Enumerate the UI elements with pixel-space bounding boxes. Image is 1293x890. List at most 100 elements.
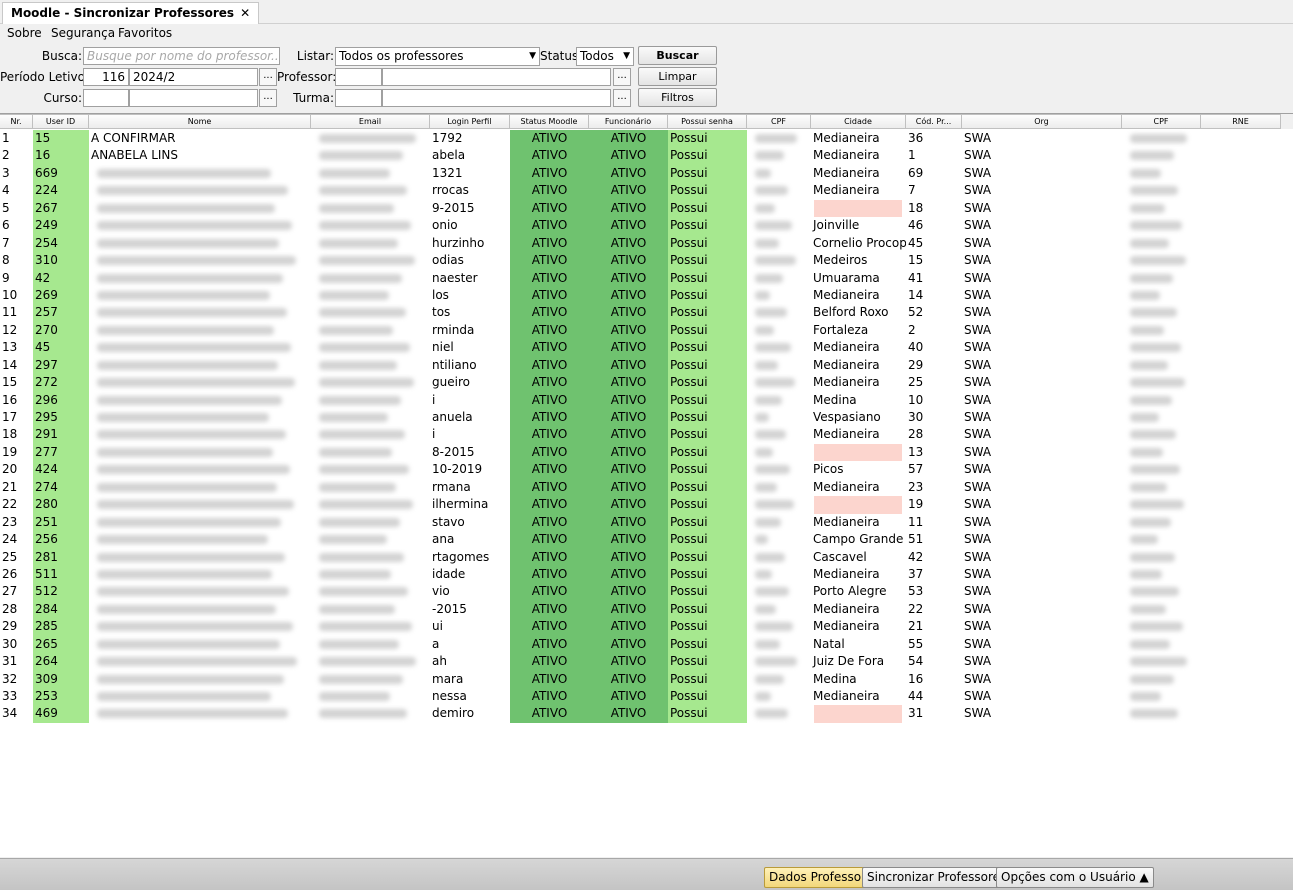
cell-nr: 11 — [2, 305, 18, 320]
table-row[interactable]: 28 284 -2015 ATIVO ATIVO Possui Medianeira 22 SW… — [0, 600, 1293, 619]
table-row[interactable]: 9 42 naester ATIVO ATIVO Possui Umuarama 41 SWA — [0, 269, 1293, 287]
cell-cod: 23 — [908, 479, 924, 494]
busca-input[interactable]: Busque por nome do professor... — [83, 47, 280, 65]
cell-nr: 29 — [2, 619, 18, 634]
table-row[interactable]: 16 296 i ATIVO ATIVO Possui Medina 10 SWA — [0, 391, 1293, 409]
table-row[interactable]: 2 16 ANABELA LINS abela ATIVO ATIVO Possui Medi… — [0, 147, 1293, 165]
table-row[interactable]: 12 270 rminda ATIVO ATIVO Possui Fortaleza 2 SWA — [0, 321, 1293, 340]
table-row[interactable]: 23 251 stavo ATIVO ATIVO Possui Medianeira 11 SW… — [0, 513, 1293, 532]
table-row[interactable]: 30 265 a ATIVO ATIVO Possui Natal 55 SWA — [0, 635, 1293, 654]
professor-lookup-button[interactable]: ... — [613, 68, 631, 86]
professor-name-input[interactable] — [382, 68, 611, 86]
table-row[interactable]: 22 280 ilhermina ATIVO ATIVO Possui 19 SWA — [0, 496, 1293, 514]
cell-nome — [89, 566, 311, 583]
table-row[interactable]: 8 310 odias ATIVO ATIVO Possui Medeiros 15 SWA — [0, 252, 1293, 270]
periodo-code-input[interactable]: 116 — [83, 68, 129, 86]
tab-sincronizar-professores[interactable]: Moodle - Sincronizar Professores ✕ — [2, 2, 260, 24]
cell-sm: ATIVO — [510, 409, 589, 427]
table-row[interactable]: 18 291 i ATIVO ATIVO Possui Medianeira 28 SWA — [0, 426, 1293, 444]
limpar-button[interactable]: Limpar — [638, 67, 717, 86]
table-row[interactable]: 14 297 ntiliano ATIVO ATIVO Possui Medianeira 2… — [0, 356, 1293, 375]
column-header[interactable]: Possui senha — [668, 114, 747, 129]
table-row[interactable]: 6 249 onio ATIVO ATIVO Possui Joinville 46 SWA — [0, 217, 1293, 235]
filtros-button[interactable]: Filtros — [638, 88, 717, 107]
cell-sm: ATIVO — [510, 164, 589, 183]
periodo-lookup-button[interactable]: ... — [259, 68, 277, 86]
turma-name-input[interactable] — [382, 89, 611, 107]
column-header[interactable]: Cód. Pr... — [906, 114, 962, 129]
table-row[interactable]: 5 267 9-2015 ATIVO ATIVO Possui 18 SWA — [0, 199, 1293, 218]
cell-cidade: Medianeira — [813, 340, 880, 355]
table-row[interactable]: 1 15 A CONFIRMAR 1792 ATIVO ATIVO Possui Median… — [0, 130, 1293, 148]
listar-value: Todos os professores — [339, 49, 464, 63]
menu-favoritos[interactable]: Favoritos — [118, 25, 172, 41]
cell-rne — [1201, 235, 1281, 252]
table-row[interactable]: 13 45 niel ATIVO ATIVO Possui Medianeira 40 SWA — [0, 339, 1293, 357]
table-row[interactable]: 7 254 hurzinho ATIVO ATIVO Possui Cornelio Pro… — [0, 234, 1293, 253]
cell-rne — [1201, 601, 1281, 618]
cell-cpf — [747, 357, 811, 374]
column-header[interactable]: CPF — [747, 114, 811, 129]
table-row[interactable]: 31 264 ah ATIVO ATIVO Possui Juiz De Fora 54 SWA — [0, 653, 1293, 671]
table-row[interactable]: 4 224 rrocas ATIVO ATIVO Possui Medianeira 7 SWA — [0, 182, 1293, 200]
column-header[interactable]: RNE — [1201, 114, 1281, 129]
column-header[interactable]: Funcionário — [589, 114, 668, 129]
table-row[interactable]: 20 424 10-2019 ATIVO ATIVO Possui Picos 57 SWA — [0, 461, 1293, 479]
cell-cpf2 — [1122, 636, 1201, 653]
column-header[interactable]: Cidade — [811, 114, 906, 129]
table-row[interactable]: 17 295 anuela ATIVO ATIVO Possui Vespasiano 30 S… — [0, 409, 1293, 427]
table-row[interactable]: 33 253 nessa ATIVO ATIVO Possui Medianeira 44 SW… — [0, 688, 1293, 706]
menu-sobre[interactable]: Sobre — [7, 25, 42, 41]
cell-login: ilhermina — [432, 497, 489, 512]
turma-lookup-button[interactable]: ... — [613, 89, 631, 107]
curso-name-input[interactable] — [129, 89, 258, 107]
cell-cpf2 — [1122, 217, 1201, 234]
column-header[interactable]: Nr. — [0, 114, 33, 129]
table-row[interactable]: 21 274 rmana ATIVO ATIVO Possui Medianeira 23 SW… — [0, 478, 1293, 497]
table-row[interactable]: 29 285 ui ATIVO ATIVO Possui Medianeira 21 SWA — [0, 618, 1293, 636]
menu-seguranca[interactable]: Segurança — [51, 25, 115, 41]
column-header[interactable]: CPF — [1122, 114, 1201, 129]
table-row[interactable]: 15 272 gueiro ATIVO ATIVO Possui Medianeira 25 S… — [0, 374, 1293, 392]
cell-org: SWA — [964, 462, 992, 477]
sincronizar-professores-button[interactable]: Sincronizar Professores — [862, 867, 1012, 888]
table-row[interactable]: 25 281 rtagomes ATIVO ATIVO Possui Cascavel 42 S… — [0, 548, 1293, 566]
status-select[interactable]: Todos ▼ — [576, 47, 634, 66]
opcoes-usuario-button[interactable]: Opções com o Usuário ▲ — [996, 867, 1154, 888]
cell-ps: Possui — [668, 391, 747, 409]
listar-select[interactable]: Todos os professores ▼ — [335, 47, 540, 66]
table-row[interactable]: 26 511 idade ATIVO ATIVO Possui Medianeira 37 SW… — [0, 565, 1293, 584]
redacted-text — [1130, 378, 1185, 388]
curso-lookup-button[interactable]: ... — [259, 89, 277, 107]
cell-cpf2 — [1122, 374, 1201, 391]
table-row[interactable]: 27 512 vio ATIVO ATIVO Possui Porto Alegre 53 SW… — [0, 583, 1293, 601]
dados-professor-button[interactable]: Dados Professor — [764, 867, 872, 888]
cell-ps: Possui — [668, 513, 747, 532]
table-row[interactable]: 3 669 1321 ATIVO ATIVO Possui Medianeira 69 SWA — [0, 164, 1293, 183]
cell-org: SWA — [964, 689, 992, 703]
cell-nr: 25 — [2, 549, 18, 564]
buscar-button[interactable]: Buscar — [638, 46, 717, 65]
cell-cpf — [747, 601, 811, 618]
professor-code-input[interactable] — [335, 68, 382, 86]
column-header[interactable]: Status Moodle — [510, 114, 589, 129]
table-row[interactable]: 34 469 demiro ATIVO ATIVO Possui 31 SWA — [0, 705, 1293, 723]
column-header[interactable]: Nome — [89, 114, 311, 129]
table-row[interactable]: 11 257 tos ATIVO ATIVO Possui Belford Roxo 52 SW… — [0, 304, 1293, 322]
close-icon[interactable]: ✕ — [240, 6, 250, 20]
cell-fu: ATIVO — [589, 339, 668, 357]
table-row[interactable]: 32 309 mara ATIVO ATIVO Possui Medina 16 SWA — [0, 670, 1293, 688]
table-row[interactable]: 10 269 los ATIVO ATIVO Possui Medianeira 14 SWA — [0, 286, 1293, 305]
periodo-value-input[interactable]: 2024/2 — [129, 68, 258, 86]
table-row[interactable]: 19 277 8-2015 ATIVO ATIVO Possui 13 SWA — [0, 443, 1293, 462]
column-header[interactable]: Org — [962, 114, 1122, 129]
column-header[interactable]: Login Perfil — [430, 114, 510, 129]
table-row[interactable]: 24 256 ana ATIVO ATIVO Possui Campo Grande 51 SW… — [0, 531, 1293, 549]
column-header[interactable]: Email — [311, 114, 430, 129]
cell-nome — [89, 200, 311, 217]
redacted-text — [755, 639, 780, 649]
column-header[interactable]: User ID — [33, 114, 89, 129]
curso-code-input[interactable] — [83, 89, 129, 107]
redacted-text — [1130, 709, 1178, 719]
turma-code-input[interactable] — [335, 89, 382, 107]
